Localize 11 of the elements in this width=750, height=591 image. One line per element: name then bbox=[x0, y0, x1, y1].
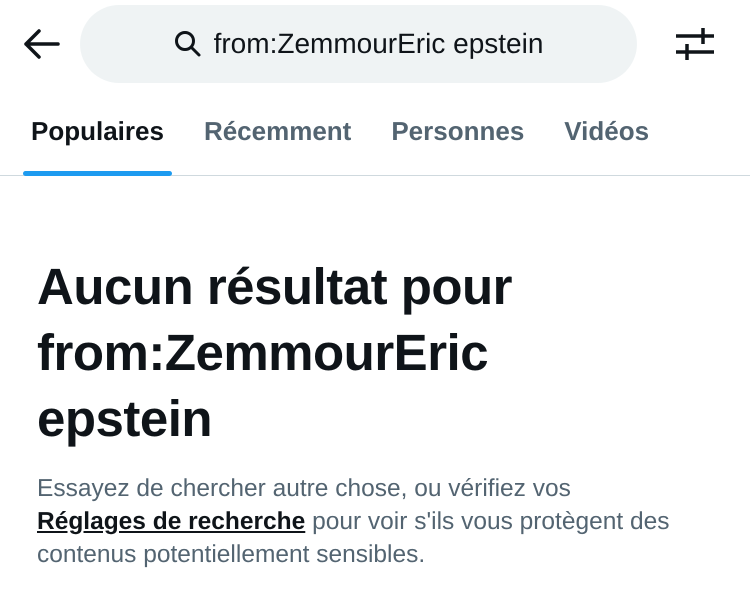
tab[interactable]: Récemment bbox=[184, 88, 372, 175]
search-field[interactable]: from:ZemmourEric epstein bbox=[80, 5, 637, 83]
tab[interactable]: Personnes bbox=[371, 88, 544, 175]
empty-state-title: Aucun résultat pour from:ZemmourEric epstein bbox=[37, 257, 514, 449]
search-icon bbox=[174, 30, 202, 58]
tab[interactable]: Vidéos bbox=[544, 88, 670, 175]
empty-state-message: Essayez de chercher autre chose, ou vérifiez vos Réglages de recherche pour voir s'ils vous protègent des contenus potentiellement sensibles. bbox=[37, 474, 670, 570]
back-arrow-icon[interactable] bbox=[22, 28, 60, 60]
tab[interactable]: Populaires bbox=[11, 88, 184, 175]
search-settings-link[interactable]: Réglages de recherche bbox=[37, 508, 306, 535]
filter-sliders-icon[interactable] bbox=[676, 26, 714, 62]
